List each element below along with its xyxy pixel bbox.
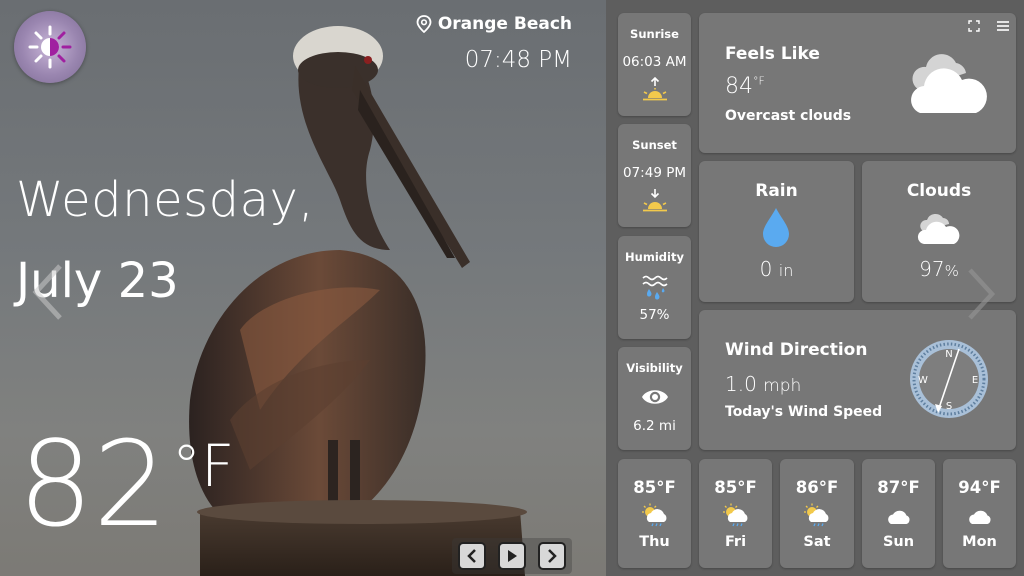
forecast-day-4: 87°F Sun [862,459,935,568]
slideshow-prev-button[interactable] [458,542,486,570]
current-temperature: 82 [18,415,169,553]
cloud-icon [911,54,987,113]
cloud-icon [887,510,910,524]
wind-value: 1.0 [725,372,757,396]
chevron-right-icon [548,549,557,563]
temperature-unit: °F [172,432,235,500]
sunset-card: Sunset 07:49 PM [618,124,691,227]
location-name: Orange Beach [437,14,572,34]
fullscreen-icon[interactable] [968,20,980,32]
feels-like-card: Feels Like 84°F Overcast clouds [699,13,1016,153]
eye-icon [641,390,668,404]
sunrise-label: Sunrise [630,27,679,41]
clouds-title: Clouds [906,181,972,201]
wind-caption: Today's Wind Speed [725,404,883,420]
compass-e: E [972,375,978,386]
chevron-left-icon [467,549,476,563]
weekday: Wednesday, [16,172,315,228]
sun-rain-cloud-icon [722,503,747,527]
menu-icon[interactable] [996,20,1010,32]
sunrise-icon [642,77,667,101]
forecast-temp: 85°F [633,478,676,497]
sun-snowflake-icon [28,25,72,69]
rain-value: 0 [759,257,773,281]
sunrise-card: Sunrise 06:03 AM [618,13,691,116]
current-time: 07:48 PM [464,47,572,73]
humidity-card: Humidity 57% [618,236,691,339]
location[interactable]: Orange Beach [416,14,572,34]
rain-card: Rain 0 in [699,161,854,302]
forecast-temp: 85°F [714,478,757,497]
map-pin-icon [416,15,432,33]
app-logo[interactable] [14,11,86,83]
slideshow-play-button[interactable] [498,542,526,570]
feels-like-condition: Overcast clouds [725,108,852,124]
forecast-day-2: 85°F Fri [699,459,772,568]
feels-like-unit: °F [753,74,765,88]
forecast-day: Thu [639,534,670,550]
forecast-temp: 94°F [958,478,1001,497]
forecast-day-5: 94°F Mon [943,459,1016,568]
cloud-icon [968,510,991,524]
clouds-icon [917,213,960,244]
rain-title: Rain [755,181,798,201]
sun-rain-cloud-icon [641,503,666,527]
clouds-unit: % [944,262,959,280]
sun-rain-cloud-icon [804,503,829,527]
visibility-card: Visibility 6.2 mi [618,347,691,450]
wind-unit: mph [763,376,802,396]
compass-w: W [918,375,928,386]
compass-icon: N E S W [910,340,988,418]
forecast-day: Fri [724,534,747,550]
humidity-value: 57% [639,307,670,323]
slideshow-next-button[interactable] [538,542,566,570]
feels-like-title: Feels Like [725,44,820,64]
slideshow-controls [452,538,572,574]
previous-arrow-icon[interactable] [30,262,64,322]
raindrop-icon [763,208,789,247]
visibility-label: Visibility [626,361,683,375]
sunset-icon [642,189,667,212]
humidity-label: Humidity [625,250,684,264]
rain-unit: in [778,261,794,280]
background-photo: Orange Beach 07:48 PM Wednesday, July 23… [0,0,606,576]
sunrise-value: 06:03 AM [622,54,687,70]
visibility-value: 6.2 mi [633,418,676,434]
forecast-day: Sat [803,534,831,550]
forecast-day: Sun [882,534,915,550]
wind-title: Wind Direction [725,340,868,360]
humidity-icon [641,275,668,300]
wind-card: Wind Direction 1.0 mph Today's Wind Spee… [699,310,1016,450]
forecast-day-3: 86°F Sat [780,459,854,568]
next-arrow-icon[interactable] [966,266,996,322]
compass-n: N [945,349,952,360]
play-icon [508,550,517,562]
forecast-day-1: 85°F Thu [618,459,691,568]
clouds-value: 97 [919,257,945,281]
forecast-temp: 87°F [877,478,920,497]
sunset-label: Sunset [632,138,677,152]
feels-like-value: 84 [725,74,753,99]
sunset-value: 07:49 PM [623,165,686,181]
compass-s: S [946,401,952,412]
forecast-temp: 86°F [795,478,839,497]
forecast-day: Mon [962,534,997,550]
